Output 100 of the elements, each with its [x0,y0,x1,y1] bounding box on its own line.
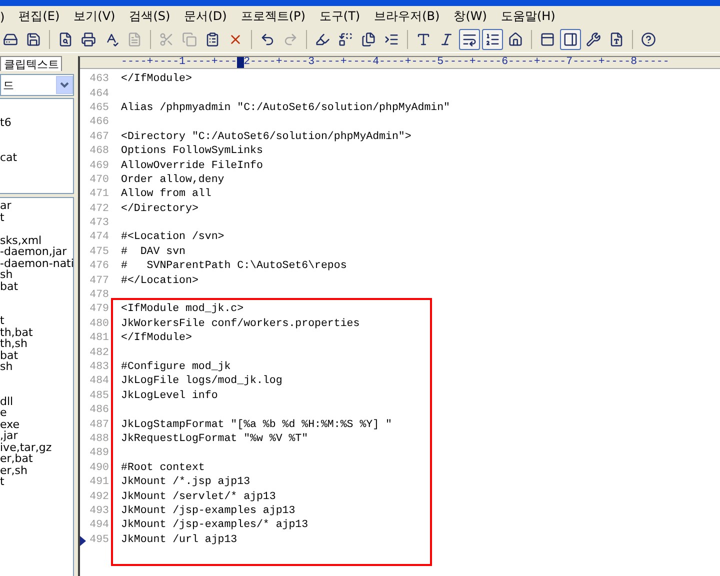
code-line: #</Location> [121,274,198,287]
file-item[interactable]: er,bat [0,453,73,464]
code-line: JkLogFile logs/mod_jk.log [121,375,282,388]
code-line: </IfModule> [121,73,192,86]
line-number: 485 [88,390,109,402]
line-number: 490 [88,462,109,474]
line-number: 491 [88,476,109,488]
menu-item[interactable]: 도움말(H) [496,8,566,25]
code-line: </Directory> [121,202,198,215]
redo-icon [283,32,298,47]
file-item[interactable]: -daemon-nati [0,258,73,269]
chevron-down-icon [56,76,73,94]
menu-item[interactable]: 문서(D) [180,8,237,25]
menu-item[interactable]: 검색(S) [125,8,180,25]
line-number: 469 [88,160,109,172]
panel-icon [563,32,578,47]
undo-icon [260,32,275,47]
replace-icon [338,32,353,47]
file-item[interactable]: th,sh [0,338,73,350]
menu-item[interactable]: 브라우저(B) [370,8,450,25]
line-number: 483 [88,361,109,373]
toolbar-button[interactable] [459,29,480,50]
line-number: 476 [88,260,109,272]
clip-text-tab[interactable]: 클립텍스트 [0,56,62,71]
line-number: 475 [88,246,109,258]
menu-item[interactable]: 창(W) [450,8,497,25]
file-item[interactable]: sks,xml [0,234,73,246]
toolbar-button[interactable] [482,29,503,50]
file-item[interactable]: bat [0,350,73,361]
file-item[interactable]: t [0,476,73,488]
folder-item[interactable]: cat [0,152,73,163]
line-number: 480 [88,318,109,330]
file-item[interactable]: e [0,407,73,418]
menu-item[interactable]: ) [0,10,15,24]
line-number: 492 [88,490,109,503]
menu-item[interactable]: 보기(V) [70,8,126,25]
line-number: 481 [88,332,109,344]
file-item[interactable]: ,jar [0,430,73,442]
file-item[interactable]: t [0,212,73,223]
folder-item[interactable]: t6 [0,117,73,128]
code-line: JkMount /jsp-examples ajp13 [121,504,296,517]
code-line: #Root context [121,462,205,474]
wrap-icon [462,32,477,47]
file-item[interactable]: er,sh [0,464,73,476]
file-item[interactable]: exe [0,418,73,430]
file-item[interactable]: dll [0,396,73,407]
line-number: 479 [88,303,109,316]
column-marker-icon [237,57,244,68]
code-line: <Directory "C:/AutoSet6/solution/phpMyAdmin"> [121,130,412,143]
line-number: 466 [88,116,109,128]
code-line: JkMount /url ajp13 [121,534,238,546]
line-number: 474 [88,231,109,244]
code-line: Options FollowSymLinks [121,145,263,158]
code-line: JkLogLevel info [121,390,218,402]
print-preview-icon [58,32,73,47]
code-line: AllowOverride FileInfo [121,160,263,172]
line-number: 482 [88,346,109,359]
file-item[interactable]: ar [0,200,73,212]
ruler-marks: 2----+----3----+----4----+----5----+----6----+----7----+----8----- [244,57,670,68]
toolbar-button[interactable] [560,29,581,50]
current-line-marker-icon [80,536,86,546]
save-icon [26,32,41,47]
code-line: JkMount /servlet/* ajp13 [121,490,276,503]
code-line: #Configure mod_jk [121,361,231,373]
copy-icon [182,32,197,47]
code-line: Alias /phpmyadmin "C:/AutoSet6/solution/phpMyAdmin" [121,102,450,114]
font-icon [416,32,431,47]
code-line: JkLogStampFormat "[%a %b %d %H:%M:%S %Y] " [121,418,392,431]
code-line: JkMount /jsp-examples/* ajp13 [121,519,308,532]
line-number: 470 [88,174,109,186]
line-number: 495 [80,534,109,546]
file-item[interactable]: ive,tar,gz [0,442,73,453]
file-item[interactable]: bat [0,280,73,292]
file-item[interactable]: sh [0,361,73,372]
menu-item[interactable]: 도구(T) [315,8,370,25]
file-item[interactable]: sh [0,269,73,280]
line-number: 486 [88,404,109,416]
list-icon [485,32,500,47]
file-item[interactable]: t [0,315,73,326]
file-icon [609,32,624,47]
menu-item[interactable]: 편집(E) [14,8,70,25]
spellcheck-icon [104,32,119,47]
line-number: 463 [88,73,109,86]
menu-item[interactable]: 프로젝트(P) [236,8,316,25]
line-number: 467 [88,130,109,143]
line-number: 473 [88,217,109,230]
file-item[interactable]: th,bat [0,326,73,338]
wrench-icon [586,32,601,47]
highlighter-icon [315,32,330,47]
file-item[interactable]: -daemon,jar [0,246,73,258]
line-number: 477 [88,274,109,287]
code-line: <IfModule mod_jk.c> [121,303,244,316]
dropdown[interactable]: 드 [0,74,74,96]
line-number: 465 [88,102,109,114]
line-number: 493 [88,504,109,517]
line-number: 478 [88,289,109,302]
paste-icon [205,32,220,47]
print-icon [81,32,96,47]
indent-icon [384,32,399,47]
code-line: Order allow,deny [121,174,224,186]
